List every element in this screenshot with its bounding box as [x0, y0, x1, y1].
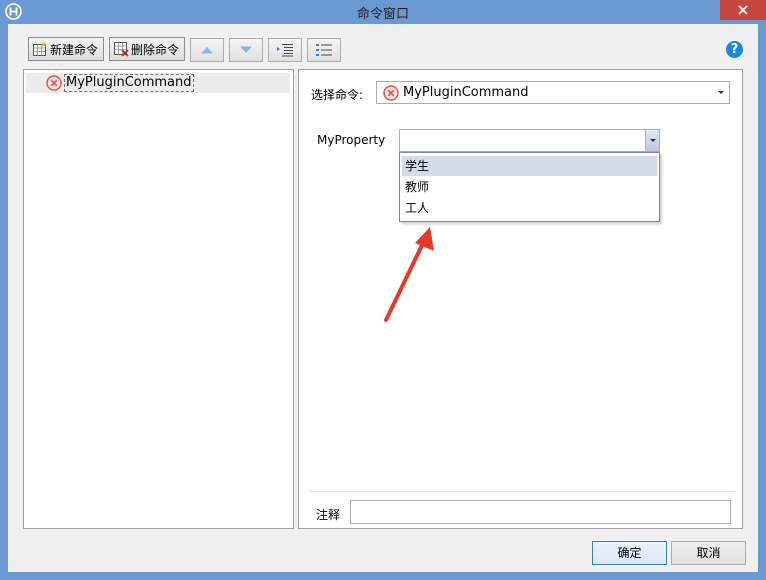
close-icon [738, 5, 748, 15]
indent-icon [277, 44, 293, 57]
property-combobox[interactable] [399, 129, 660, 152]
outdent-icon [316, 44, 332, 56]
title-bar[interactable]: 命令窗口 [0, 0, 766, 24]
move-up-button[interactable] [190, 38, 224, 62]
client-area: 新建命令 删除命令 ? MyPluginCommand 选择命令: MyPlug… [8, 24, 758, 572]
outdent-button[interactable] [307, 38, 341, 62]
note-label: 注释 [316, 508, 341, 522]
property-label: MyProperty [317, 133, 386, 147]
error-icon [46, 75, 62, 91]
delete-command-button[interactable]: 删除命令 [109, 37, 185, 61]
separator [309, 491, 735, 492]
arrow-up-icon [201, 47, 213, 54]
delete-command-icon [114, 42, 129, 57]
command-properties-panel: 选择命令: MyPluginCommand MyProperty 学生 教师 工… [298, 69, 743, 529]
annotation-arrow [384, 227, 434, 322]
ok-button[interactable]: 确定 [592, 541, 667, 565]
dropdown-button[interactable] [645, 130, 659, 151]
error-icon [383, 85, 399, 101]
help-icon[interactable]: ? [726, 41, 743, 58]
chevron-down-icon [718, 91, 724, 94]
select-command-label: 选择命令: [311, 88, 364, 102]
command-tree-panel: MyPluginCommand [23, 69, 294, 529]
new-command-label: 新建命令 [50, 42, 99, 57]
new-command-button[interactable]: 新建命令 [28, 37, 104, 61]
property-dropdown-list: 学生 教师 工人 [399, 152, 660, 222]
dropdown-option[interactable]: 学生 [402, 156, 657, 176]
delete-command-label: 删除命令 [131, 42, 180, 57]
indent-button[interactable] [268, 38, 302, 62]
tree-item-label: MyPluginCommand [64, 74, 194, 92]
arrow-down-icon [240, 46, 252, 53]
dropdown-option[interactable]: 工人 [402, 198, 657, 218]
close-button[interactable] [720, 0, 766, 20]
command-select[interactable]: MyPluginCommand [376, 81, 730, 104]
command-window: 命令窗口 新建命令 删除命令 ? MyPluginCommand 选择命令: M… [0, 0, 766, 580]
cancel-button[interactable]: 取消 [671, 541, 746, 565]
command-select-value: MyPluginCommand [403, 85, 529, 100]
dropdown-option[interactable]: 教师 [402, 177, 657, 197]
window-title: 命令窗口 [356, 7, 409, 22]
new-command-icon [33, 41, 47, 56]
note-input[interactable] [350, 500, 731, 524]
tree-item-my-plugin-command[interactable]: MyPluginCommand [26, 73, 290, 93]
move-down-button[interactable] [229, 38, 263, 62]
